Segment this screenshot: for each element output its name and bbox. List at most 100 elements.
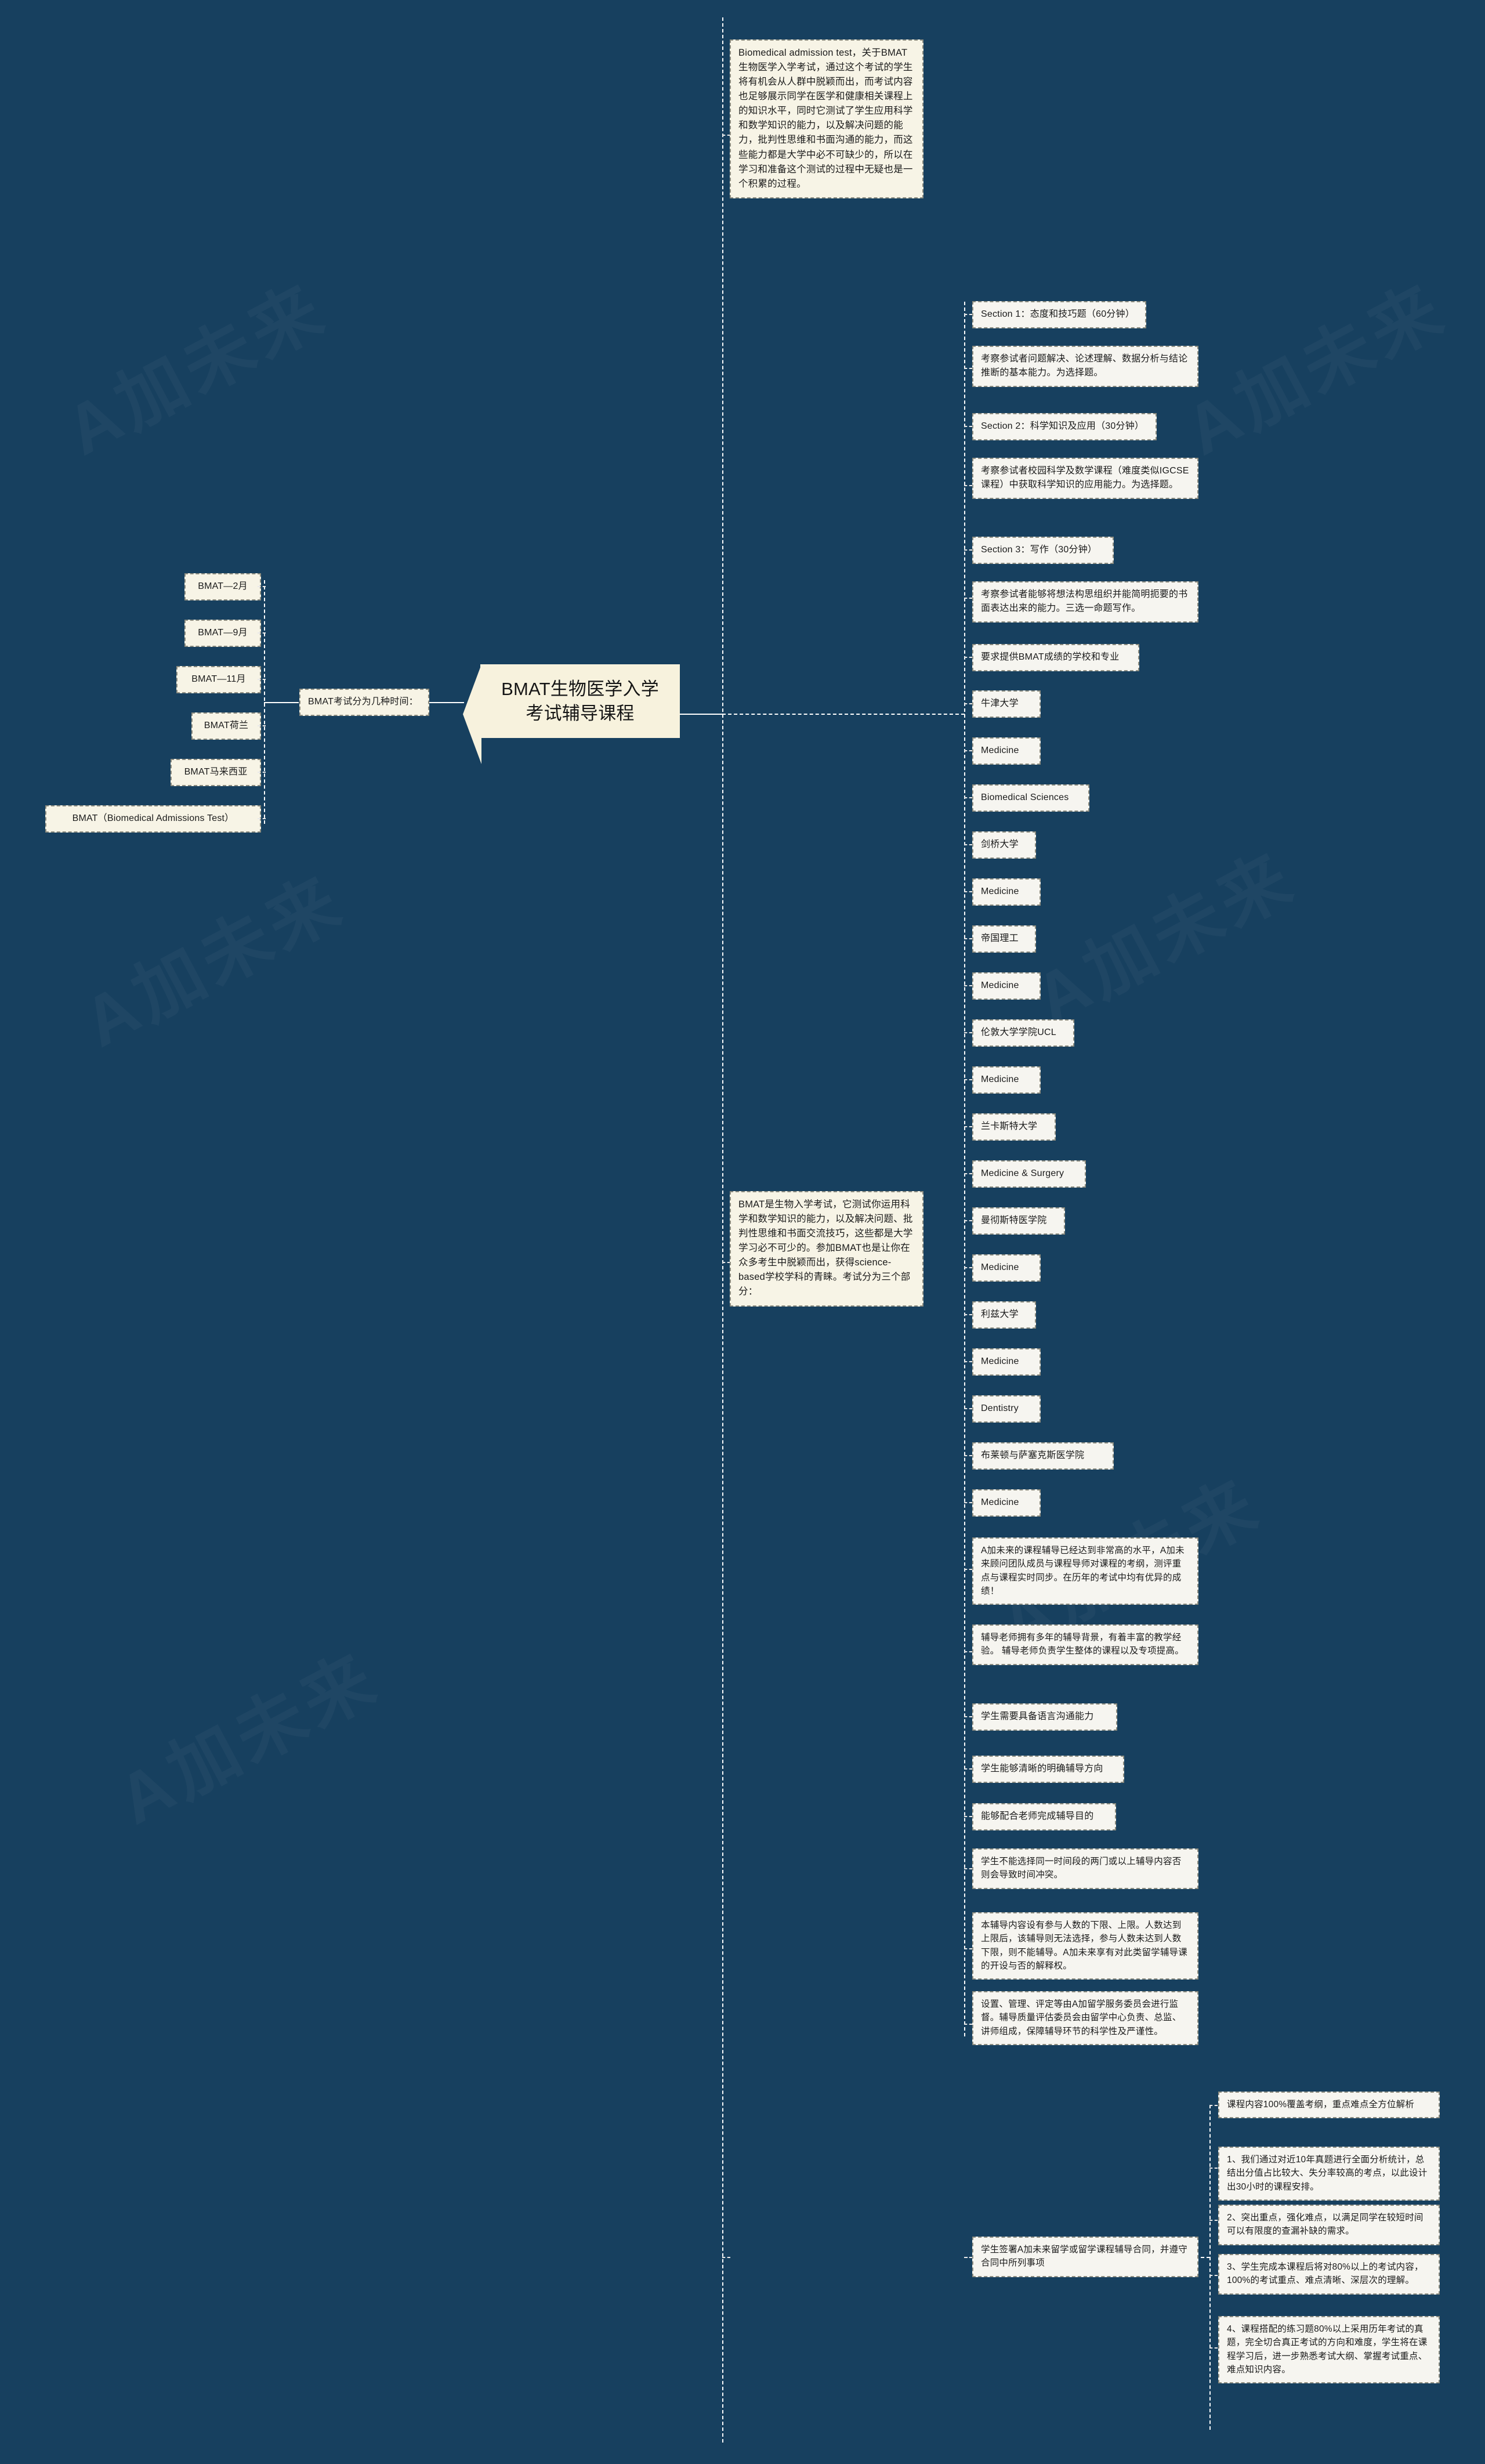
center-node-title[interactable]: BMAT生物医学入学考试辅导课程 [480,664,680,739]
connector-stub [964,657,972,658]
school-subject[interactable]: Medicine & Surgery [972,1160,1086,1188]
school-name[interactable]: 帝国理工 [972,925,1036,953]
section-title[interactable]: Section 2：科学知识及应用（30分钟） [972,413,1157,440]
watermark: A加未来 [97,1622,394,1844]
connector-stub [964,1651,972,1652]
school-name[interactable]: 伦敦大学学院UCL [972,1019,1074,1047]
connector-stub [722,2257,730,2258]
connector-stub [1209,2168,1218,2169]
section-detail[interactable]: 考察参试者问题解决、论述理解、数据分析与结论推断的基本能力。为选择题。 [972,346,1198,387]
school-subject[interactable]: Medicine [972,1254,1041,1282]
school-subject[interactable]: Medicine [972,737,1041,765]
connector-stub [1209,2347,1218,2349]
exam-time-item[interactable]: BMAT—2月 [184,573,261,600]
exam-time-item[interactable]: BMAT—11月 [176,666,261,693]
exam-time-label[interactable]: BMAT考试分为几种时间： [299,689,429,716]
connector-stub [964,844,972,845]
connector-stub [258,586,266,587]
connector-stub [964,1455,972,1456]
connector-stub [964,1314,972,1315]
school-name[interactable]: 剑桥大学 [972,831,1036,859]
school-subject[interactable]: Medicine [972,878,1041,906]
connector-stub [964,938,972,939]
connector-examtimes-to-center [429,702,464,703]
connector-stub [964,985,972,986]
connector-stub [964,797,972,798]
connector-stub [964,1816,972,1817]
connector-stub [1209,2105,1218,2106]
school-subject[interactable]: Medicine [972,1348,1041,1376]
school-subject[interactable]: Medicine [972,1066,1041,1094]
contract-node[interactable]: 学生签署A加未来留学或留学课程辅导合同，并遵守合同中所列事项 [972,2237,1198,2277]
course-content-point[interactable]: 4、课程搭配的练习题80%以上采用历年考试的真题，完全切合真正考试的方向和难度，… [1218,2316,1440,2383]
connector-stub [964,1569,972,1570]
connector-stub [964,1126,972,1127]
tutoring-item[interactable]: 辅导老师拥有多年的辅导背景，有着丰富的教学经验。 辅导老师负责学生整体的课程以及… [972,1624,1198,1665]
exam-time-item[interactable]: BMAT—9月 [184,620,261,647]
connector-stub [964,598,972,599]
course-content-point[interactable]: 2、突出重点，强化难点，以满足同学在较短时间可以有限度的查漏补缺的需求。 [1218,2205,1440,2245]
connector-stub [964,1408,972,1409]
connector-stub [258,725,266,726]
school-name[interactable]: 利兹大学 [972,1301,1036,1329]
tutoring-item[interactable]: 本辅导内容设有参与人数的下限、上限。人数达到上限后，该辅导则无法选择，参与人数未… [972,1912,1198,1980]
description-text-block[interactable]: BMAT是生物入学考试，它测试你运用科学和数学知识的能力，以及解决问题、批判性思… [730,1191,923,1307]
school-subject[interactable]: Dentistry [972,1395,1041,1423]
mindmap-canvas: A加未来 A加未来 A加未来 A加未来 A加未来 A加未来 BMAT考试分为几种… [0,0,1485,2464]
course-content-heading[interactable]: 课程内容100%覆盖考纲，重点难点全方位解析 [1218,2092,1440,2119]
connector-stub [964,549,972,551]
connector-stub [964,1502,972,1503]
intro-text-block[interactable]: Biomedical admission test，关于BMAT生物医学入学考试… [730,39,923,198]
connector-stub [964,750,972,751]
connector-stub [964,1768,972,1770]
connector-examtimes-link [264,702,299,703]
connector-stub [964,2257,972,2258]
tutoring-item[interactable]: 学生需要具备语言沟通能力 [972,1703,1117,1731]
school-name[interactable]: 布莱顿与萨塞克斯医学院 [972,1442,1114,1470]
section-detail[interactable]: 考察参试者能够将想法构思组织并能简明扼要的书面表达出来的能力。三选一命题写作。 [972,581,1198,623]
school-name[interactable]: 兰卡斯特大学 [972,1113,1056,1141]
schools-heading[interactable]: 要求提供BMAT成绩的学校和专业 [972,644,1139,671]
connector-stub [964,1267,972,1268]
school-subject[interactable]: Medicine [972,972,1041,1000]
connector-stub [964,368,972,369]
school-name[interactable]: 曼彻斯特医学院 [972,1207,1065,1235]
connector-stub [722,1262,730,1263]
course-content-point[interactable]: 3、学生完成本课程后将对80%以上的考试内容，100%的考试重点、难点清晰、深层… [1218,2254,1440,2295]
section-title[interactable]: Section 1：态度和技巧题（60分钟） [972,301,1146,328]
connector-stub [964,485,972,486]
watermark: A加未来 [1014,822,1310,1043]
connector-spine-main [722,17,723,2443]
connector-stub [964,1079,972,1080]
connector-spine-right [964,302,965,2036]
watermark: A加未来 [63,845,359,1066]
connector-spine-course [1209,2105,1211,2430]
connector-stub [258,679,266,680]
center-node-wrapper: BMAT生物医学入学考试辅导课程 [463,664,680,764]
connector-stub [964,1220,972,1221]
tutoring-item[interactable]: 设置、管理、评定等由A加留学服务委员会进行监督。辅导质量评估委员会由留学中心负责… [972,1991,1198,2045]
tutoring-item[interactable]: 学生不能选择同一时间段的两门或以上辅导内容否则会导致时间冲突。 [972,1848,1198,1889]
exam-time-item[interactable]: BMAT（Biomedical Admissions Test） [45,805,261,833]
exam-time-item[interactable]: BMAT马来西亚 [171,759,261,786]
section-title[interactable]: Section 3：写作（30分钟） [972,537,1114,564]
connector-stub [964,891,972,892]
connector-stub [964,314,972,315]
connector-center-link [679,714,724,715]
connector-branch-right [722,714,965,715]
school-subject[interactable]: Biomedical Sciences [972,784,1089,812]
exam-time-item[interactable]: BMAT荷兰 [191,712,261,740]
school-name[interactable]: 牛津大学 [972,690,1041,718]
tutoring-item[interactable]: 能够配合老师完成辅导目的 [972,1803,1116,1830]
course-content-point[interactable]: 1、我们通过对近10年真题进行全面分析统计，总结出分值占比较大、失分率较高的考点… [1218,2147,1440,2201]
connector-stub [1209,2220,1218,2221]
tutoring-item[interactable]: A加未来的课程辅导已经达到非常高的水平，A加未来顾问团队成员与课程导师对课程的考… [972,1537,1198,1605]
connector-stub [1209,2275,1218,2276]
tutoring-item[interactable]: 学生能够清晰的明确辅导方向 [972,1756,1124,1783]
connector-stub [964,1361,972,1362]
connector-stub [964,1173,972,1174]
connector-stub [964,1868,972,1869]
school-subject[interactable]: Medicine [972,1489,1041,1517]
section-detail[interactable]: 考察参试者校园科学及数学课程（难度类似IGCSE课程）中获取科学知识的应用能力。… [972,458,1198,499]
center-node-notch [463,664,481,764]
